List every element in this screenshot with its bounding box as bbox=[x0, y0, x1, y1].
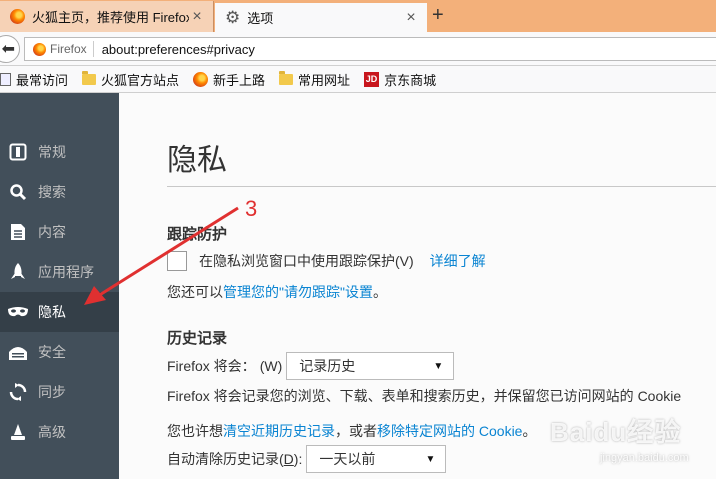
manage-dnt-link[interactable]: 管理您的"请勿跟踪"设置 bbox=[223, 282, 373, 302]
clear-history-row: 您也许想 清空近期历史记录 ，或者 移除特定网站的 Cookie 。 bbox=[167, 421, 536, 441]
url-bar[interactable]: Firefox about:preferences#privacy bbox=[24, 37, 716, 61]
sidebar-item-content[interactable]: 内容 bbox=[0, 212, 119, 252]
sidebar-item-label: 应用程序 bbox=[38, 264, 94, 280]
tab-options[interactable]: ⚙ 选项 × bbox=[215, 1, 427, 32]
close-icon[interactable]: × bbox=[403, 9, 419, 27]
clear-recent-history-link[interactable]: 清空近期历史记录 bbox=[223, 421, 335, 441]
learn-more-link[interactable]: 详细了解 bbox=[430, 251, 486, 271]
history-mode-select[interactable]: 记录历史 ▼ bbox=[286, 352, 455, 380]
new-tab-button[interactable]: + bbox=[432, 5, 444, 25]
folder-icon bbox=[279, 70, 294, 85]
chevron-down-icon: ▼ bbox=[425, 453, 436, 465]
preferences-sidebar: 常规 搜索 内容 应用程序 隐私 安全 同步 高级 bbox=[0, 93, 119, 479]
bookmark-getting-started[interactable]: 新手上路 bbox=[193, 70, 265, 89]
site-identity[interactable]: Firefox bbox=[33, 41, 94, 57]
tab-strip: 火狐主页，推荐使用 Firefox × ⚙ 选项 × + bbox=[0, 0, 716, 32]
dnt-suffix: 。 bbox=[372, 284, 387, 300]
sidebar-item-general[interactable]: 常规 bbox=[0, 132, 119, 172]
sidebar-item-label: 隐私 bbox=[38, 304, 66, 320]
history-mode-value: 记录历史 bbox=[299, 358, 356, 374]
tracking-protection-label[interactable]: 在隐私浏览窗口中使用跟踪保护(V) bbox=[199, 251, 414, 271]
sidebar-item-applications[interactable]: 应用程序 bbox=[0, 252, 119, 292]
security-icon bbox=[8, 342, 28, 362]
bookmark-most-visited[interactable]: 最常访问 bbox=[0, 70, 68, 89]
bookmark-common-sites[interactable]: 常用网址 bbox=[279, 70, 350, 89]
dnt-row: 您还可以 管理您的"请勿跟踪"设置 。 bbox=[167, 282, 387, 302]
back-arrow-icon: ⬅ bbox=[1, 41, 15, 58]
sidebar-item-sync[interactable]: 同步 bbox=[0, 372, 119, 412]
gear-icon: ⚙ bbox=[225, 8, 241, 27]
bookmark-firefox-official[interactable]: 火狐官方站点 bbox=[82, 70, 179, 89]
content-icon bbox=[8, 222, 28, 242]
bookmark-label: 最常访问 bbox=[16, 72, 69, 88]
applications-icon bbox=[8, 262, 28, 282]
bookmark-label: 京东商城 bbox=[384, 72, 437, 88]
title-divider bbox=[167, 186, 716, 187]
history-description-text: Firefox 将会记录您的浏览、下载、表单和搜索历史，并保留您已访问网站的 C… bbox=[167, 388, 682, 404]
tracking-protection-row: 在隐私浏览窗口中使用跟踪保护(V) 详细了解 bbox=[167, 251, 486, 271]
history-mode-label: Firefox 将会： bbox=[167, 358, 256, 374]
nav-bar: ⬅ Firefox about:preferences#privacy bbox=[0, 32, 716, 66]
auto-clear-value: 一天以前 bbox=[319, 451, 376, 467]
sidebar-item-search[interactable]: 搜索 bbox=[0, 172, 119, 212]
tab-title: 火狐主页，推荐使用 Firefox bbox=[32, 10, 189, 25]
auto-clear-accesskey: D bbox=[283, 451, 294, 467]
sidebar-item-security[interactable]: 安全 bbox=[0, 332, 119, 372]
bookmark-jd[interactable]: JD 京东商城 bbox=[364, 70, 436, 89]
sidebar-item-advanced[interactable]: 高级 bbox=[0, 412, 119, 452]
sidebar-item-label: 常规 bbox=[38, 144, 66, 160]
bookmark-label: 常用网址 bbox=[298, 72, 351, 88]
auto-clear-select[interactable]: 一天以前 ▼ bbox=[306, 445, 447, 473]
general-icon bbox=[8, 142, 28, 162]
privacy-mask-icon bbox=[8, 302, 28, 322]
sidebar-item-label: 安全 bbox=[38, 344, 66, 360]
firefox-icon bbox=[33, 42, 46, 56]
page-title: 隐私 bbox=[167, 144, 227, 177]
sidebar-item-label: 搜索 bbox=[38, 184, 66, 200]
history-description: Firefox 将会记录您的浏览、下载、表单和搜索历史，并保留您已访问网站的 C… bbox=[167, 386, 681, 406]
auto-clear-row: 自动清除历史记录(D): 一天以前 ▼ bbox=[167, 445, 447, 473]
chevron-down-icon: ▼ bbox=[433, 360, 444, 372]
clear-suffix: 。 bbox=[522, 423, 537, 439]
advanced-icon bbox=[8, 422, 28, 442]
auto-clear-suffix: ): bbox=[293, 451, 303, 467]
search-icon bbox=[8, 182, 28, 202]
sidebar-item-label: 高级 bbox=[38, 424, 66, 440]
clear-prefix: 您也许想 bbox=[167, 423, 223, 439]
url-text[interactable]: about:preferences#privacy bbox=[94, 42, 255, 57]
close-icon[interactable]: × bbox=[189, 8, 205, 26]
clear-mid: ，或者 bbox=[335, 423, 377, 439]
bookmark-label: 火狐官方站点 bbox=[101, 72, 180, 88]
baidu-watermark-url: jingyan.baidu.com bbox=[600, 452, 689, 464]
sync-icon bbox=[8, 382, 28, 402]
history-mode-row: Firefox 将会： (W) 记录历史 ▼ bbox=[167, 352, 455, 380]
baidu-watermark: Baidu经验 bbox=[550, 417, 682, 447]
bookmarks-toolbar: 最常访问 火狐官方站点 新手上路 常用网址 JD 京东商城 bbox=[0, 66, 716, 93]
sidebar-item-label: 同步 bbox=[38, 384, 66, 400]
dnt-prefix: 您还可以 bbox=[167, 284, 223, 300]
tracking-heading: 跟踪防护 bbox=[167, 226, 228, 243]
back-button[interactable]: ⬅ bbox=[0, 35, 20, 63]
auto-clear-label: 自动清除历史记录( bbox=[167, 451, 284, 467]
remove-cookies-link[interactable]: 移除特定网站的 Cookie bbox=[377, 421, 522, 441]
bookmark-label: 新手上路 bbox=[213, 72, 266, 88]
page-icon bbox=[0, 72, 11, 86]
history-mode-accesskey: (W) bbox=[259, 358, 283, 374]
annotation-step-number: 3 bbox=[245, 196, 258, 221]
tracking-protection-checkbox[interactable] bbox=[167, 251, 187, 271]
sidebar-item-label: 内容 bbox=[38, 224, 66, 240]
tab-title: 选项 bbox=[247, 11, 274, 26]
folder-icon bbox=[82, 70, 97, 85]
identity-label: Firefox bbox=[50, 42, 87, 56]
history-heading: 历史记录 bbox=[167, 330, 228, 347]
firefox-icon bbox=[193, 71, 209, 87]
tab-firefox-home[interactable]: 火狐主页，推荐使用 Firefox × bbox=[0, 1, 214, 32]
firefox-icon bbox=[10, 9, 25, 24]
sidebar-item-privacy[interactable]: 隐私 bbox=[0, 292, 119, 332]
jd-icon: JD bbox=[364, 71, 380, 87]
